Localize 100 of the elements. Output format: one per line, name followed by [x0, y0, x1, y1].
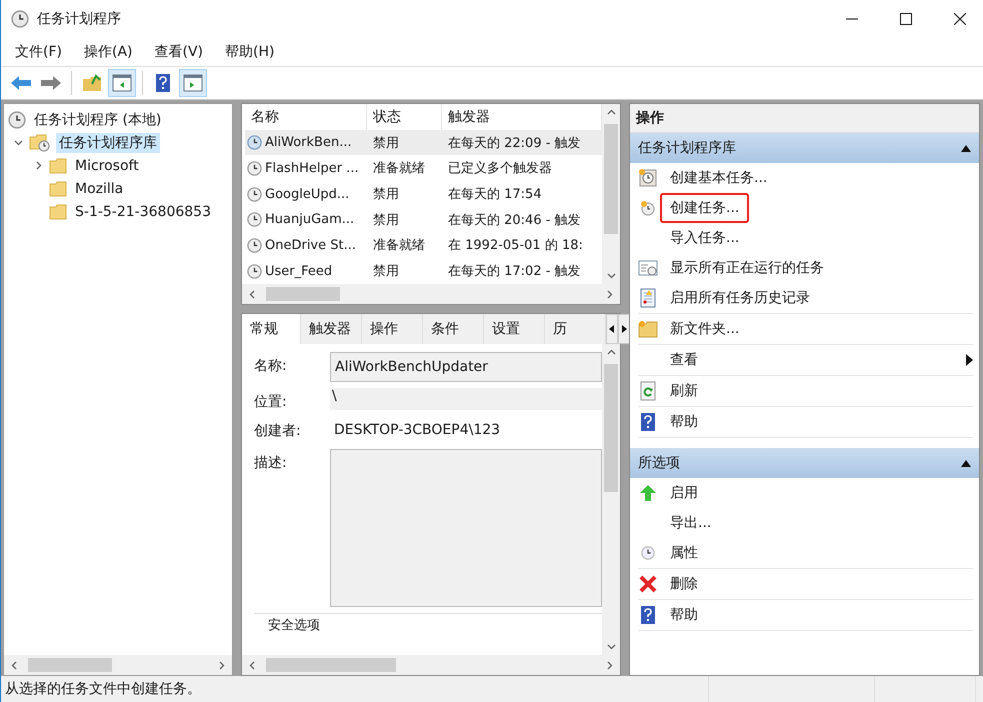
author-value: DESKTOP-3CBOEP4\123 [333, 421, 502, 440]
horizontal-scrollbar[interactable] [4, 655, 232, 675]
action-item[interactable]: 帮助 [660, 407, 708, 437]
action-item[interactable]: 查看 [660, 345, 708, 375]
menu-item[interactable]: 帮助(H) [217, 41, 282, 63]
tab-scroll-right-icon[interactable] [619, 325, 629, 333]
scrollbar-thumb[interactable] [28, 658, 112, 672]
scroll-up-icon[interactable] [606, 348, 616, 357]
folder-up-icon[interactable] [82, 74, 102, 92]
scrollbar-thumb[interactable] [604, 124, 618, 234]
toolbar-button[interactable] [179, 69, 207, 97]
back-arrow-icon[interactable] [10, 74, 32, 92]
tree-item[interactable]: 任务计划程序 (本地) [31, 110, 164, 130]
tab-scroll-left-icon[interactable] [607, 325, 617, 333]
action-item[interactable]: 启用所有任务历史记录 [660, 283, 820, 313]
action-item[interactable]: 刷新 [660, 376, 708, 406]
table-cell-text: 禁用 [372, 263, 400, 280]
window-title: 任务计划程序 [37, 10, 122, 28]
action-item[interactable]: 启用 [660, 478, 708, 508]
scroll-down-icon[interactable] [606, 642, 616, 651]
forward-arrow-icon[interactable] [40, 74, 62, 92]
table-cell-text: 在每天的 17:54 [447, 186, 543, 204]
app-clock-icon [11, 10, 29, 28]
scroll-down-icon[interactable] [606, 271, 616, 280]
task-row[interactable]: OneDrive St... 准备就绪 在 1992-05-01 的 18: [245, 232, 602, 258]
folder-clock-icon [29, 134, 51, 152]
table-cell-text: 准备就绪 [372, 160, 426, 178]
scrollbar-thumb[interactable] [604, 364, 618, 492]
action-item[interactable]: 导出... [660, 508, 722, 538]
table-cell-text: 准备就绪 [372, 237, 426, 254]
scroll-left-icon[interactable] [248, 660, 257, 670]
tree-item[interactable]: 任务计划程序库 [56, 132, 160, 152]
clock-icon [641, 546, 655, 560]
action-item[interactable]: 新文件夹... [660, 314, 750, 344]
action-item[interactable]: 显示所有正在运行的任务 [660, 253, 834, 283]
table-cell-text: 在每天的 22:09 - 触发 [447, 134, 582, 152]
description-field[interactable] [330, 449, 602, 607]
expand-caret-icon[interactable] [34, 161, 42, 170]
maximize-icon[interactable] [900, 13, 912, 25]
action-pane-icon[interactable] [183, 74, 203, 92]
task-row[interactable]: HuanjuGam... 禁用 在每天的 20:46 - 触发 [245, 206, 602, 233]
table-cell: AliWorkBen... [245, 135, 367, 150]
table-cell: FlashHelper ... [245, 160, 367, 176]
collapse-triangle-icon[interactable] [961, 144, 971, 152]
name-field[interactable]: AliWorkBenchUpdater [330, 352, 602, 382]
section-header[interactable]: 所选项 [630, 448, 979, 478]
console-tree-icon[interactable] [112, 74, 132, 92]
tree-item[interactable]: Microsoft [72, 156, 142, 174]
tab[interactable]: 常规 [242, 314, 301, 344]
tree-item[interactable]: Mozilla [72, 180, 126, 198]
status-text: 从选择的任务文件中创建任务。 [1, 676, 709, 702]
clock-icon [8, 110, 26, 128]
collapse-caret-icon[interactable] [14, 138, 22, 147]
scroll-right-icon[interactable] [217, 660, 226, 670]
section-header[interactable]: 任务计划程序库 [630, 133, 979, 163]
scroll-left-icon[interactable] [248, 290, 257, 298]
horizontal-scrollbar[interactable] [242, 655, 620, 675]
scroll-up-icon[interactable] [606, 108, 616, 117]
action-item[interactable]: 创建任务... [660, 193, 750, 223]
task-row[interactable]: User_Feed 禁用 在每天的 17:02 - 触发 [245, 258, 602, 284]
refresh-icon [640, 381, 656, 401]
menu-item[interactable]: 查看(V) [146, 41, 212, 63]
task-row[interactable]: AliWorkBen... 禁用 在每天的 22:09 - 触发 [245, 130, 602, 156]
table-cell-text: 禁用 [372, 212, 400, 229]
table-cell-text: 禁用 [372, 134, 400, 152]
scroll-left-icon[interactable] [10, 660, 19, 670]
help-icon [640, 605, 656, 625]
action-item[interactable]: 创建基本任务... [660, 163, 778, 193]
collapse-triangle-icon[interactable] [961, 459, 971, 467]
scroll-right-icon[interactable] [605, 290, 614, 298]
section-title: 任务计划程序库 [638, 139, 736, 157]
action-item[interactable]: 导入任务... [660, 223, 750, 253]
menu-item[interactable]: 操作(A) [76, 41, 140, 63]
field-label: 位置: [254, 393, 288, 411]
table-cell: OneDrive St... [245, 238, 367, 253]
action-item[interactable]: 删除 [660, 569, 708, 599]
task-row[interactable]: FlashHelper ... 准备就绪 已定义多个触发器 [245, 155, 602, 182]
scroll-right-icon[interactable] [605, 660, 614, 670]
folder-icon [49, 180, 67, 196]
clock-icon [247, 186, 262, 202]
task-row[interactable]: GoogleUpd... 禁用 在每天的 17:54 [245, 181, 602, 207]
tree-item[interactable]: S-1-5-21-36806853 [72, 202, 214, 220]
action-item[interactable]: 帮助 [660, 600, 708, 630]
menu-item[interactable]: 文件(F) [7, 41, 70, 63]
close-icon[interactable] [954, 13, 966, 25]
scrollbar-thumb[interactable] [266, 658, 396, 672]
help-icon[interactable] [155, 73, 171, 93]
help-icon [640, 412, 656, 432]
vertical-scrollbar[interactable] [602, 344, 620, 655]
vertical-scrollbar[interactable] [602, 104, 620, 284]
clock-icon [247, 212, 262, 228]
toolbar-button[interactable] [108, 69, 136, 97]
table-cell: GoogleUpd... [245, 186, 367, 202]
horizontal-scrollbar[interactable] [242, 284, 620, 304]
clock-star-icon [639, 199, 657, 217]
folder-icon [49, 158, 67, 174]
scrollbar-thumb[interactable] [266, 287, 340, 301]
action-item[interactable]: 属性 [660, 538, 708, 568]
delete-icon [638, 574, 658, 594]
clock-icon [247, 135, 262, 150]
